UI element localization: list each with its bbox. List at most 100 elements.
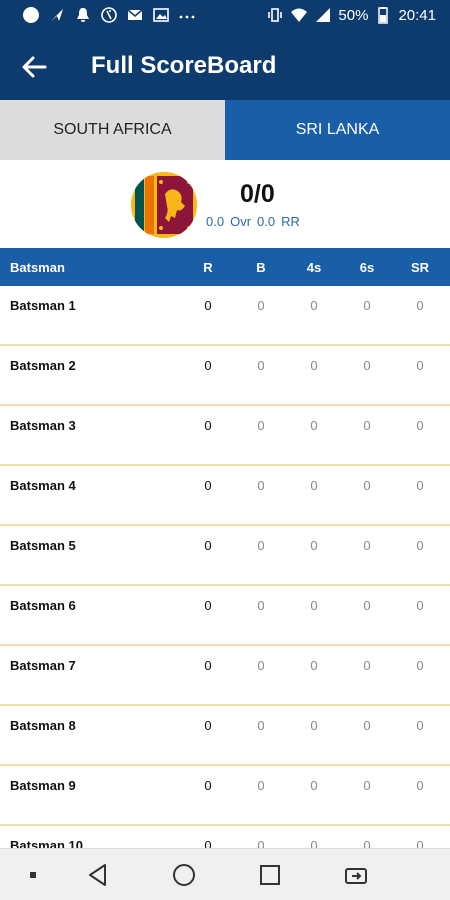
recents-square-icon bbox=[260, 865, 280, 885]
team-tabs: SOUTH AFRICA SRI LANKA bbox=[0, 100, 450, 160]
system-nav-bar bbox=[0, 848, 450, 900]
strike-rate-value: 0 bbox=[416, 298, 424, 313]
balls-value: 0 bbox=[257, 778, 265, 793]
tab-south-africa[interactable]: SOUTH AFRICA bbox=[0, 100, 225, 160]
status-time: 20:41 bbox=[398, 6, 436, 24]
nav-back-button[interactable] bbox=[84, 862, 112, 888]
status-icons-left bbox=[22, 6, 196, 24]
back-triangle-icon bbox=[89, 864, 106, 886]
battery-percent: 50% bbox=[338, 6, 369, 24]
fours-value: 0 bbox=[310, 478, 318, 493]
fours-value: 0 bbox=[310, 418, 318, 433]
strike-rate-value: 0 bbox=[416, 718, 424, 733]
vibrate-icon bbox=[266, 6, 284, 24]
arrow-left-icon bbox=[22, 56, 47, 78]
balls-value: 0 bbox=[257, 658, 265, 673]
signal-icon bbox=[314, 6, 332, 24]
balls-value: 0 bbox=[257, 718, 265, 733]
header-strike-rate: SR bbox=[410, 260, 430, 275]
table-row: Batsman 3 0 0 0 0 0 bbox=[0, 406, 450, 466]
team-summary bbox=[0, 160, 450, 248]
strike-rate-value: 0 bbox=[416, 658, 424, 673]
fours-value: 0 bbox=[310, 598, 318, 613]
overs-value: 0.0 bbox=[206, 214, 225, 229]
tab-sri-lanka[interactable]: SRI LANKA bbox=[225, 100, 450, 160]
runs-value: 0 bbox=[204, 538, 212, 553]
sixes-value: 0 bbox=[363, 658, 371, 673]
fours-value: 0 bbox=[310, 658, 318, 673]
runs-value: 0 bbox=[204, 298, 212, 313]
runs-value: 0 bbox=[204, 358, 212, 373]
mail-icon bbox=[126, 6, 144, 24]
batsman-name: Batsman 1 bbox=[10, 298, 76, 313]
team-score: 0/0 bbox=[240, 180, 275, 208]
batsman-name: Batsman 3 bbox=[10, 418, 76, 433]
more-dots-icon bbox=[178, 6, 196, 24]
table-row: Batsman 5 0 0 0 0 0 bbox=[0, 526, 450, 586]
table-row: Batsman 9 0 0 0 0 0 bbox=[0, 766, 450, 826]
runs-value: 0 bbox=[204, 418, 212, 433]
sixes-value: 0 bbox=[363, 778, 371, 793]
header-sixes: 6s bbox=[359, 260, 375, 275]
back-button[interactable] bbox=[18, 52, 50, 82]
sixes-value: 0 bbox=[363, 598, 371, 613]
batsman-name: Batsman 2 bbox=[10, 358, 76, 373]
strike-rate-value: 0 bbox=[416, 598, 424, 613]
battery-icon bbox=[374, 6, 392, 24]
table-row: Batsman 2 0 0 0 0 0 bbox=[0, 346, 450, 406]
strike-rate-value: 0 bbox=[416, 538, 424, 553]
sixes-value: 0 bbox=[363, 538, 371, 553]
strike-rate-value: 0 bbox=[416, 478, 424, 493]
header-runs: R bbox=[203, 260, 213, 275]
sixes-value: 0 bbox=[363, 298, 371, 313]
header-fours: 4s bbox=[306, 260, 322, 275]
run-rate-value: 0.0 bbox=[257, 214, 276, 229]
gallery-icon bbox=[152, 6, 170, 24]
overs-label: Ovr bbox=[230, 214, 252, 229]
run-rate-label: RR bbox=[281, 214, 300, 229]
fours-value: 0 bbox=[310, 298, 318, 313]
batsman-name: Batsman 9 bbox=[10, 778, 76, 793]
strike-rate-value: 0 bbox=[416, 418, 424, 433]
home-circle-icon bbox=[173, 864, 195, 886]
batsman-name: Batsman 7 bbox=[10, 658, 76, 673]
batsman-name: Batsman 8 bbox=[10, 718, 76, 733]
batting-table-header: Batsman R B 4s 6s SR bbox=[0, 248, 450, 286]
sixes-value: 0 bbox=[363, 718, 371, 733]
sixes-value: 0 bbox=[363, 418, 371, 433]
runs-value: 0 bbox=[204, 478, 212, 493]
table-row: Batsman 6 0 0 0 0 0 bbox=[0, 586, 450, 646]
header-batsman: Batsman bbox=[10, 260, 65, 275]
page-title: Full ScoreBoard bbox=[91, 52, 277, 79]
balls-value: 0 bbox=[257, 598, 265, 613]
fours-value: 0 bbox=[310, 538, 318, 553]
batsman-name: Batsman 4 bbox=[10, 478, 76, 493]
balls-value: 0 bbox=[257, 478, 265, 493]
strike-rate-value: 0 bbox=[416, 358, 424, 373]
dot-button[interactable] bbox=[19, 862, 47, 888]
wifi-icon bbox=[290, 6, 308, 24]
fours-value: 0 bbox=[310, 358, 318, 373]
nav-rotate-button[interactable] bbox=[342, 862, 370, 888]
table-row: Batsman 4 0 0 0 0 0 bbox=[0, 466, 450, 526]
nav-recents-button[interactable] bbox=[256, 862, 284, 888]
header-balls: B bbox=[256, 260, 266, 275]
fours-value: 0 bbox=[310, 778, 318, 793]
dot-icon bbox=[30, 872, 36, 878]
sixes-value: 0 bbox=[363, 358, 371, 373]
runs-value: 0 bbox=[204, 658, 212, 673]
nav-home-button[interactable] bbox=[170, 862, 198, 888]
batsman-name: Batsman 5 bbox=[10, 538, 76, 553]
circle-icon bbox=[22, 6, 40, 24]
runs-value: 0 bbox=[204, 718, 212, 733]
balls-value: 0 bbox=[257, 358, 265, 373]
table-row: Batsman 8 0 0 0 0 0 bbox=[0, 706, 450, 766]
send-icon bbox=[48, 6, 66, 24]
batsman-name: Batsman 6 bbox=[10, 598, 76, 613]
batting-table-body: Batsman 1 0 0 0 0 0 Batsman 2 0 0 0 0 0 Batsman 3 0 0 0… bbox=[0, 286, 450, 886]
bell-icon bbox=[74, 6, 92, 24]
status-icons-right: 50% 20:41 bbox=[266, 6, 436, 24]
status-bar: 50% 20:41 bbox=[0, 0, 450, 32]
app-bar: Full ScoreBoard bbox=[0, 32, 450, 100]
strike-rate-value: 0 bbox=[416, 778, 424, 793]
